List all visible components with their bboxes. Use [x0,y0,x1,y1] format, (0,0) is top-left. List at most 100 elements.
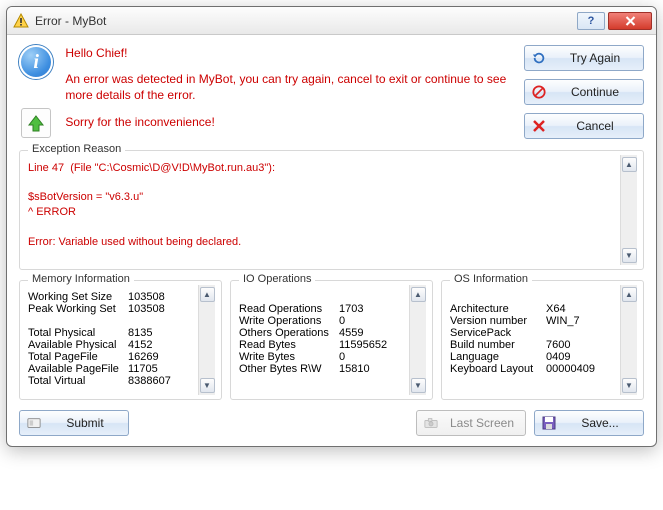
info-row: Total Physical8135 [28,327,196,339]
memory-content: Working Set Size103508Peak Working Set10… [28,285,198,395]
client-area: i Hello Chief! An error was detected in … [7,35,656,446]
info-row: Keyboard Layout00000409 [450,363,618,375]
camera-icon [423,417,439,429]
exception-scrollbar[interactable]: ▲ ▼ [620,155,637,265]
info-value: 8388607 [128,375,196,387]
io-legend: IO Operations [239,273,315,285]
info-key: Language [450,351,546,363]
info-value: 1703 [339,303,407,315]
info-key: Write Operations [239,315,339,327]
info-row: Available Physical4152 [28,339,196,351]
memory-legend: Memory Information [28,273,134,285]
scroll-down-icon[interactable]: ▼ [622,248,637,263]
try-again-label: Try Again [553,51,637,65]
info-key: Read Bytes [239,339,339,351]
info-value: 7600 [546,339,618,351]
titlebar: Error - MyBot ? [7,7,656,35]
info-key: Available PageFile [28,363,128,375]
info-key: Working Set Size [28,291,128,303]
info-row: Total PageFile16269 [28,351,196,363]
os-scrollbar[interactable]: ▲ ▼ [620,285,637,395]
info-row: Write Operations0 [239,315,407,327]
info-key: Total PageFile [28,351,128,363]
cancel-button[interactable]: Cancel [524,113,644,139]
floppy-icon [541,416,557,430]
memory-scrollbar[interactable]: ▲ ▼ [198,285,215,395]
save-button[interactable]: Save... [534,410,644,436]
info-row: Write Bytes0 [239,351,407,363]
cancel-label: Cancel [553,119,637,133]
info-value: 0409 [546,351,618,363]
message-greeting: Hello Chief! [65,45,514,61]
info-row [28,315,196,327]
info-value: 0 [339,351,407,363]
submit-icon [26,417,42,429]
continue-label: Continue [553,85,637,99]
info-value: X64 [546,303,618,315]
info-value: 4152 [128,339,196,351]
exception-text: Line 47 (File "C:\Cosmic\D@V!D\MyBot.run… [28,155,620,265]
info-row: Build number7600 [450,339,618,351]
warning-icon [13,13,29,29]
message-body: An error was detected in MyBot, you can … [65,71,514,103]
info-key: Write Bytes [239,351,339,363]
info-key: Version number [450,315,546,327]
collapse-button[interactable] [21,108,51,138]
exception-legend: Exception Reason [28,143,125,155]
memory-group: Memory Information Working Set Size10350… [19,280,222,400]
info-value: WIN_7 [546,315,618,327]
info-row [450,291,618,303]
info-value: 00000409 [546,363,618,375]
info-row: Peak Working Set103508 [28,303,196,315]
info-value: 16269 [128,351,196,363]
scroll-down-icon[interactable]: ▼ [411,378,426,393]
info-key: Other Bytes R\W [239,363,339,375]
info-value: 0 [339,315,407,327]
info-row: Read Operations1703 [239,303,407,315]
submit-button[interactable]: Submit [19,410,129,436]
os-legend: OS Information [450,273,532,285]
save-label: Save... [563,416,637,430]
info-value: 11595652 [339,339,407,351]
info-row: Language0409 [450,351,618,363]
submit-label: Submit [48,416,122,430]
info-row: ServicePack [450,327,618,339]
scroll-up-icon[interactable]: ▲ [622,157,637,172]
info-row: Total Virtual8388607 [28,375,196,387]
os-group: OS Information ArchitectureX64Version nu… [441,280,644,400]
info-row: ArchitectureX64 [450,303,618,315]
continue-button[interactable]: Continue [524,79,644,105]
io-scrollbar[interactable]: ▲ ▼ [409,285,426,395]
info-value: 103508 [128,291,196,303]
info-key: ServicePack [450,327,546,339]
help-button[interactable]: ? [577,12,605,30]
message-sorry: Sorry for the inconvenience! [65,114,514,130]
try-again-button[interactable]: Try Again [524,45,644,71]
info-key: Read Operations [239,303,339,315]
close-icon [531,120,547,132]
info-key: Total Virtual [28,375,128,387]
error-dialog-window: Error - MyBot ? i Hello [6,6,657,447]
os-content: ArchitectureX64Version numberWIN_7Servic… [450,285,620,395]
info-row: Working Set Size103508 [28,291,196,303]
close-button[interactable] [608,12,652,30]
info-icon: i [19,45,53,79]
info-value [546,327,618,339]
scroll-up-icon[interactable]: ▲ [411,287,426,302]
info-key: Available Physical [28,339,128,351]
info-value: 11705 [128,363,196,375]
scroll-down-icon[interactable]: ▼ [622,378,637,393]
info-key: Others Operations [239,327,339,339]
scroll-down-icon[interactable]: ▼ [200,378,215,393]
info-value: 103508 [128,303,196,315]
scroll-up-icon[interactable]: ▲ [200,287,215,302]
info-row: Read Bytes11595652 [239,339,407,351]
info-row: Version numberWIN_7 [450,315,618,327]
last-screen-button: Last Screen [416,410,526,436]
scroll-up-icon[interactable]: ▲ [622,287,637,302]
info-row [239,291,407,303]
last-screen-label: Last Screen [445,416,519,430]
error-message: Hello Chief! An error was detected in My… [65,43,514,140]
info-key: Keyboard Layout [450,363,546,375]
io-group: IO Operations Read Operations1703Write O… [230,280,433,400]
